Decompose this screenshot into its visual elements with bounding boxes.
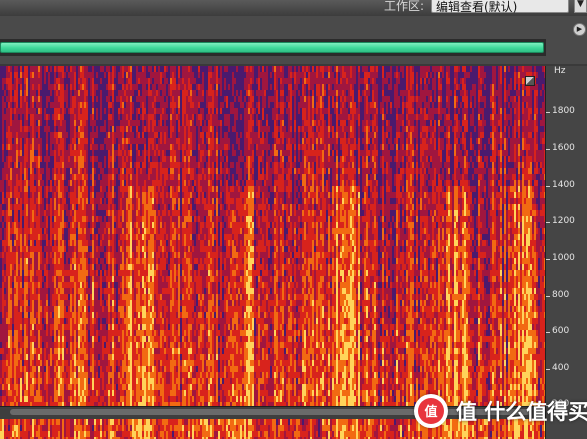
watermark-logo: 值 (414, 394, 448, 428)
watermark-logo-glyph: 值 (424, 404, 437, 420)
frequency-tick-label: 1200 (552, 216, 575, 226)
frequency-tick-label: 1000 (552, 253, 575, 263)
workspace-select[interactable]: 编辑查看(默认) (431, 0, 569, 14)
frequency-unit-label: Hz (554, 66, 566, 76)
workspace-select-value: 编辑查看(默认) (436, 0, 518, 14)
frequency-ruler: Hz 1800 1600 1400 1200 1000 800 600 400 200 (545, 66, 587, 439)
frequency-tick-label: 800 (552, 290, 570, 300)
frequency-tick-mark (546, 149, 550, 150)
frequency-tick-mark (546, 112, 550, 113)
frequency-tick-label: 600 (552, 326, 570, 336)
overview-visible-range[interactable] (0, 42, 544, 53)
frequency-tick-label: 400 (552, 363, 570, 373)
frequency-tick-mark (546, 296, 550, 297)
frequency-tick-label: 1600 (552, 143, 575, 153)
panel-menu-icon[interactable]: ▶ (573, 23, 586, 36)
frequency-tick-mark (546, 369, 550, 370)
frequency-tick-mark (546, 332, 550, 333)
workspace-bar: 工作区: 编辑查看(默认) ▼ (0, 0, 587, 17)
zoom-corner-icon[interactable] (525, 76, 535, 86)
frequency-tick-label: 1400 (552, 180, 575, 190)
frequency-tick-label: 1800 (552, 106, 575, 116)
frequency-tick-mark (546, 259, 550, 260)
watermark: 值 值 什么值得买 (414, 394, 587, 430)
spectral-display[interactable] (0, 66, 545, 406)
chevron-down-icon[interactable]: ▼ (574, 0, 587, 13)
frequency-tick-mark (546, 222, 550, 223)
workspace-label: 工作区: (384, 0, 425, 13)
frequency-tick-mark (546, 186, 550, 187)
watermark-text: 值 什么值得买 (456, 400, 587, 424)
ruler-header (546, 37, 587, 64)
